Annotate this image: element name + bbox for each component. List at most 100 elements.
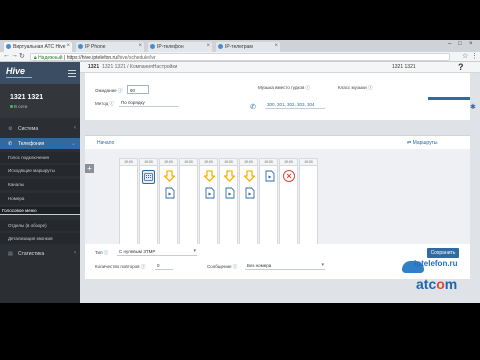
arrow-down-icon[interactable] [203,169,216,183]
back-icon[interactable]: ← [3,52,10,59]
arrow-down-icon[interactable] [163,169,176,183]
sidebar-subitem-active[interactable]: Голосовое меню [0,207,80,215]
hamburger-icon[interactable] [68,70,76,79]
star-icon[interactable]: ☆ [462,52,468,60]
time-column[interactable]: 19:00 [259,158,278,254]
tab-title: Виртуальная АТС Hive [13,44,66,50]
arrow-down-icon[interactable] [243,169,256,183]
logo-band: Hive [0,62,80,84]
repeat-count-input[interactable]: 0 [155,262,173,270]
browser-menu-icon[interactable]: ⋮ [471,52,478,60]
sidebar-subitem[interactable]: Голос подключения [0,152,80,163]
time-column[interactable]: 19:00 × [279,158,298,254]
secure-label: Надежный [38,55,63,61]
hangup-icon[interactable]: × [283,170,295,182]
sidebar-item-system[interactable]: ⚙ Система ‹ [0,123,80,134]
caret-down-icon: ▾ [193,248,196,254]
extensions-field[interactable]: 300, 301, 302, 303, 304 [265,101,325,109]
ivr-settings-panel: Ожидание ⓘ 60 Метод ⓘ По порядку Музыка … [85,73,470,120]
reload-icon[interactable]: ↻ [19,52,25,60]
gear-icon: ⚙ [8,126,13,132]
arrow-down-icon[interactable] [223,169,236,183]
time-label: 19:00 [160,159,177,166]
schedule-title[interactable]: Начало [97,140,114,146]
time-column[interactable]: 19:00 [199,158,218,254]
browser-tab-strip: Виртуальная АТС Hive × IP Phone × IP-тел… [0,40,480,52]
panel-tab-indicator [428,97,470,100]
info-icon: ⓘ [305,85,311,90]
keypad-icon[interactable] [142,170,155,184]
method-select[interactable]: По порядку [119,99,179,107]
page-header: 1321 1321 1321 / КомпанияНастройки 1321 1… [80,62,480,73]
sound-file-icon[interactable] [203,186,216,200]
time-column[interactable]: 19:00 [239,158,258,254]
schedule-grid: + 19:00 19:00 19:00 19:00 19:00 19:00 19… [85,149,470,254]
repeat-count-label: Количество повторов ⓘ [95,264,146,269]
browser-tab[interactable]: IP-телеграм × [216,42,280,52]
browser-tab[interactable]: Виртуальная АТС Hive × [4,42,72,52]
site-favicon-icon [218,44,223,49]
chevron-left-icon: ‹ [74,250,76,256]
sidebar-item-label: Телефония [18,141,45,147]
browser-window: Виртуальная АТС Hive × IP Phone × IP-тел… [0,40,480,303]
sound-file-icon[interactable] [243,186,256,200]
routes-link[interactable]: ⇄ Маршруты [407,140,438,146]
maximize-icon[interactable]: □ [458,41,462,47]
time-column[interactable]: 19:00 [219,158,238,254]
minimize-icon[interactable]: – [448,41,451,47]
message-select[interactable]: Без номера ▾ [245,262,325,270]
close-tab-icon[interactable]: × [274,43,278,49]
add-step-button[interactable]: + [85,164,94,173]
tab-title: IP Phone [85,44,106,50]
time-label: 19:00 [240,159,257,166]
url-field[interactable]: 🔒︎ Надежный | https://hive.iptelefon.ru/… [30,53,450,61]
time-column[interactable]: 19:00 [179,158,198,254]
logo: Hive [6,66,26,76]
close-tab-icon[interactable]: × [138,43,142,49]
save-button[interactable]: Сохранить [427,248,459,258]
time-column[interactable]: 19:00 [299,158,318,254]
sound-file-icon[interactable] [263,169,276,183]
sound-file-icon[interactable] [163,186,176,200]
wait-input[interactable]: 60 [127,85,149,94]
forward-icon[interactable]: → [11,52,18,59]
time-label: 19:00 [200,159,217,166]
sidebar-subitem[interactable]: Отделы (в обзоре) [0,220,80,231]
watermark-brand: atcom [416,276,458,292]
time-column[interactable]: 19:00 [119,158,138,254]
sound-file-icon[interactable] [223,186,236,200]
sidebar-subitem[interactable]: Детализация звонков [0,233,80,244]
type-select[interactable]: С нулевым ЗТМР ▾ [117,248,197,256]
sidebar-item-telephony[interactable]: ✆ Телефония ⌄ [0,138,80,149]
account-label[interactable]: 1321 1321 [392,64,416,70]
info-icon: ⓘ [103,250,109,255]
browser-tab[interactable]: IP Phone × [76,42,144,52]
browser-tab[interactable]: IP-телефон × [148,42,212,52]
time-column[interactable]: 19:00 [139,158,158,254]
sidebar-item-label: Статистика [18,251,45,257]
info-icon: ⓘ [117,88,123,93]
help-icon[interactable]: ? [458,62,464,72]
close-tab-icon[interactable]: × [206,43,210,49]
gear-icon[interactable]: ✱ [470,103,476,111]
method-label: Метод ⓘ [95,101,114,106]
close-window-icon[interactable]: × [469,41,473,47]
sidebar-subitem[interactable]: Исходящие маршруты [0,165,80,176]
sidebar-item-statistics[interactable]: ▤ Статистика ‹ [0,248,80,259]
sidebar-subitem[interactable]: Номера [0,193,80,204]
sidebar-subitem[interactable]: Каналы [0,179,80,190]
tab-title: IP-телеграм [225,44,253,50]
phone-icon: ✆ [8,141,13,147]
sidebar: Hive 1321 1321 В сети ⚙ Система ‹ ✆ Теле… [0,62,80,303]
music-class-label: Класс музыки ⓘ [338,85,373,90]
close-tab-icon[interactable]: × [66,43,70,49]
online-dot-icon [10,105,13,108]
secure-lock-icon: 🔒︎ [34,55,37,61]
info-icon: ⓘ [367,85,373,90]
time-label: 19:00 [260,159,277,166]
info-icon: ⓘ [140,264,146,269]
phone-icon: ✆ [250,104,256,111]
caret-down-icon: ▾ [321,262,324,268]
url-separator: | [63,55,66,61]
time-column[interactable]: 19:00 [159,158,178,254]
